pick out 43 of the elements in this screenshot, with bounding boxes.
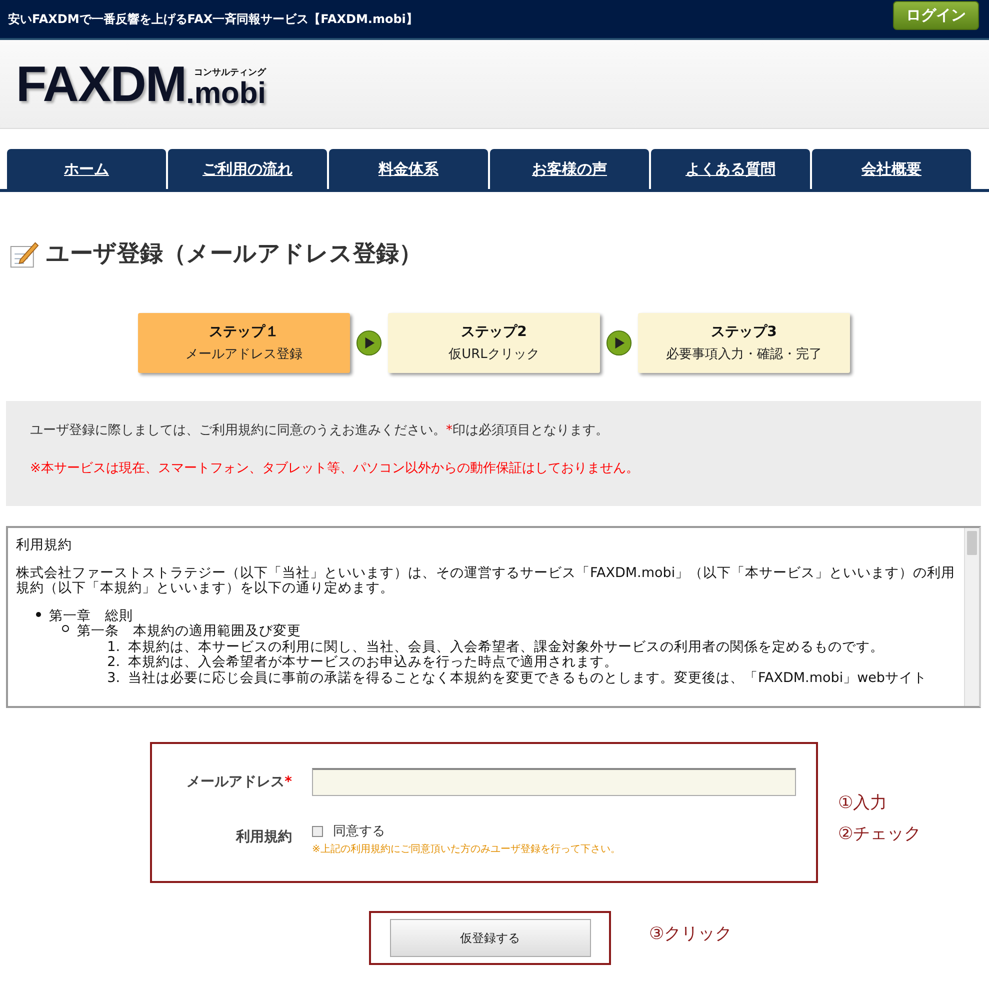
agree-note: ※上記の利用規約にご同意頂いた方のみユーザ登録を行って下さい。 xyxy=(312,842,620,856)
annotation-text: ③クリック xyxy=(649,922,732,944)
step-label: 仮URLクリック xyxy=(448,346,540,363)
nav-tab[interactable]: お客様の声 xyxy=(490,149,649,189)
list-number: 1. xyxy=(106,640,120,656)
bullet-icon xyxy=(36,612,41,617)
list-number: 2. xyxy=(106,655,120,671)
logo-subtitle: コンサルティング xyxy=(194,66,266,79)
notice-text: ユーザ登録に際しましては、ご利用規約に同意のうえお進みください。*印は必須項目となります。 xyxy=(30,422,610,439)
terms-item: 第一条 本規約の適用範囲及び変更 xyxy=(77,624,301,640)
page-title: ユーザ登録（メールアドレス登録） xyxy=(46,240,422,269)
terms-label: 利用規約 xyxy=(234,828,292,846)
submit-button[interactable]: 仮登録する xyxy=(390,919,590,957)
step-title: ステップ１ xyxy=(209,323,279,341)
nav-tab[interactable]: よくある質問 xyxy=(651,149,810,189)
nav-tab[interactable]: 料金体系 xyxy=(329,149,488,189)
email-field[interactable] xyxy=(312,768,796,796)
step-label: 必要事項入力・確認・完了 xyxy=(666,346,822,363)
warning-text: ※本サービスは現在、スマートフォン、タブレット等、パソコン以外からの動作保証はしておりません。 xyxy=(30,460,640,477)
terms-heading: 利用規約 xyxy=(16,538,73,554)
email-label: メールアドレス* xyxy=(186,773,292,791)
nav-tab[interactable]: ご利用の流れ xyxy=(168,149,327,189)
agree-label[interactable]: 同意する xyxy=(333,822,385,840)
scrollbar[interactable] xyxy=(964,528,979,706)
terms-item: 本規約は、入会希望者が本サービスのお申込みを行った時点で適用されます。 xyxy=(128,655,618,670)
annotation-text: ②チェック xyxy=(838,822,922,844)
bullet-icon xyxy=(62,625,69,632)
nav-tab[interactable]: ホーム xyxy=(7,149,166,189)
step-label: メールアドレス登録 xyxy=(186,346,302,363)
logo-suffix[interactable]: .mobi xyxy=(186,79,266,109)
agree-checkbox[interactable] xyxy=(312,826,323,836)
site-tagline: 安いFAXDMで一番反響を上げるFAX一斉同報サービス【FAXDM.mobi】 xyxy=(8,10,418,28)
nav-tab[interactable]: 会社概要 xyxy=(812,149,971,189)
terms-item: 当社は必要に応じ会員に事前の承諾を得ることなく本規約を変更できるものとします。変更後は、「FAXDM.mobi」webサイト xyxy=(128,670,927,686)
annotation-text: ①入力 xyxy=(838,792,888,814)
logo-text[interactable]: FAXDM xyxy=(16,59,186,109)
scroll-thumb[interactable] xyxy=(967,531,977,555)
terms-paragraph: 株式会社ファーストストラテジー（以下「当社」といいます）は、その運営するサービス「FAXDM.mobi」（以下「本サービス」といいます）の利用規約（以下「本規約」といいます）を以下の通り定めます。 xyxy=(16,566,956,597)
step-title: ステップ2 xyxy=(461,323,527,341)
list-number: 3. xyxy=(106,670,120,686)
terms-item: 第一章 総則 xyxy=(49,608,133,624)
terms-item: 本規約は、本サービスの利用に関し、当社、会員、入会希望者、課金対象外サービスの利用者の関係を定めるものです。 xyxy=(128,640,884,655)
step-title: ステップ3 xyxy=(711,323,777,341)
